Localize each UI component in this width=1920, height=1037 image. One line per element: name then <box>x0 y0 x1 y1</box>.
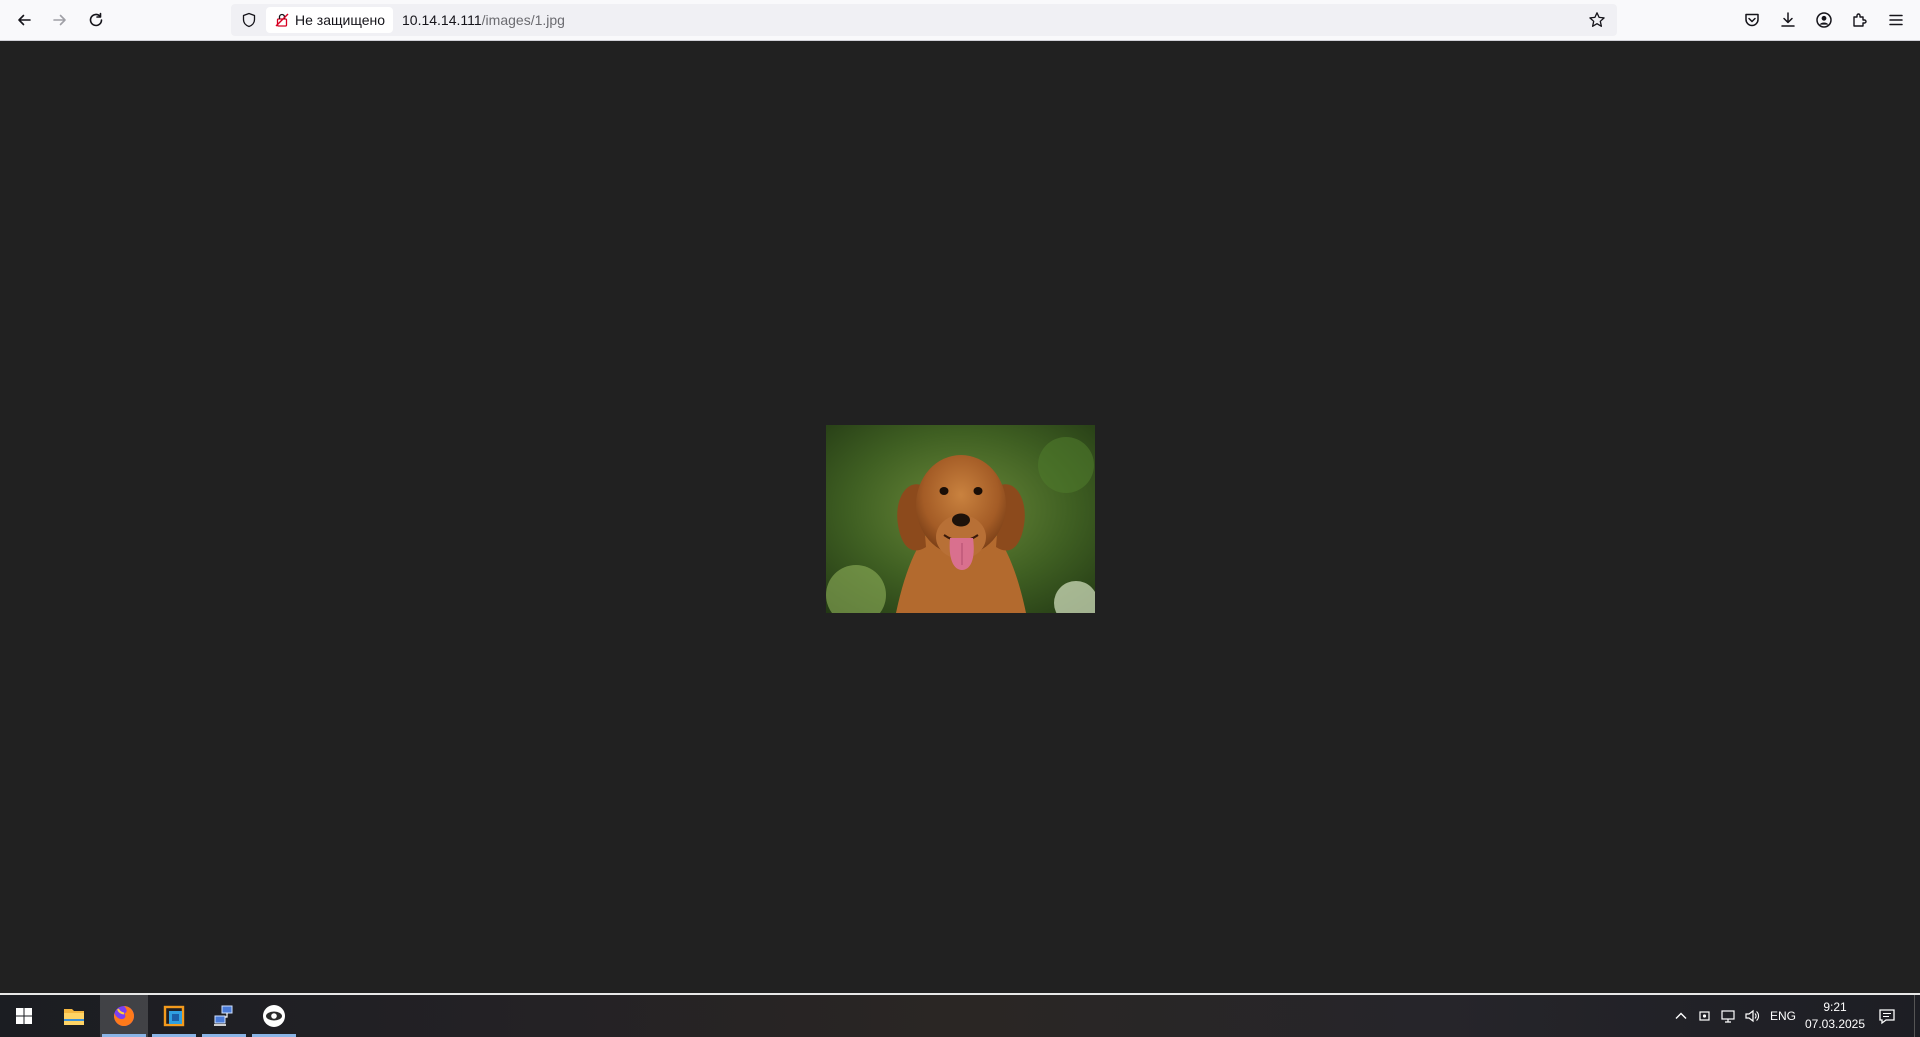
tray-volume-icon[interactable] <box>1742 1006 1762 1026</box>
tracking-protection-shield-icon[interactable] <box>234 4 264 36</box>
account-button[interactable] <box>1808 6 1840 34</box>
puzzle-icon <box>1853 13 1867 27</box>
account-icon <box>1816 12 1832 28</box>
start-button[interactable] <box>0 995 48 1037</box>
clock-time: 9:21 <box>1823 1000 1847 1014</box>
eye-viewer-icon <box>263 1005 285 1027</box>
image-viewer-area <box>0 41 1920 993</box>
clock-date: 07.03.2025 <box>1804 1017 1866 1031</box>
taskbar-network-app[interactable] <box>200 995 248 1037</box>
downloads-button[interactable] <box>1772 6 1804 34</box>
taskbar-virtual-machine-app[interactable] <box>150 995 198 1037</box>
forward-arrow-icon <box>53 14 66 26</box>
security-label: Не защищено <box>295 12 385 28</box>
browser-toolbar: Не защищено 10.14.14.111/images/1.jpg <box>0 0 1920 41</box>
pocket-icon <box>1745 13 1759 27</box>
menu-button[interactable] <box>1880 6 1912 34</box>
notifications-icon[interactable] <box>1877 1006 1897 1026</box>
taskbar-file-explorer[interactable] <box>50 995 98 1037</box>
folder-icon <box>64 1009 84 1025</box>
input-language-indicator[interactable]: ENG <box>1770 1009 1796 1023</box>
tray-network-icon[interactable] <box>1718 1006 1738 1026</box>
firefox-icon <box>114 1006 134 1026</box>
back-arrow-icon <box>18 14 31 26</box>
pocket-button[interactable] <box>1736 6 1768 34</box>
url-text[interactable]: 10.14.14.111/images/1.jpg <box>402 12 565 28</box>
system-clock[interactable]: 9:21 07.03.2025 <box>1800 999 1870 1033</box>
url-host: 10.14.14.111 <box>402 12 482 28</box>
tray-meeting-icon[interactable] <box>1695 1006 1715 1026</box>
taskbar-firefox[interactable] <box>100 995 148 1037</box>
address-bar[interactable]: Не защищено 10.14.14.111/images/1.jpg <box>231 4 1617 36</box>
forward-button[interactable] <box>44 6 76 34</box>
back-button[interactable] <box>8 6 40 34</box>
show-desktop-button[interactable] <box>1914 995 1920 1037</box>
site-security-indicator[interactable]: Не защищено <box>266 7 393 33</box>
hamburger-menu-icon <box>1889 14 1903 26</box>
extensions-button[interactable] <box>1844 6 1876 34</box>
dog-photo[interactable] <box>826 425 1095 613</box>
windows-logo-icon <box>16 1008 32 1024</box>
windows-taskbar: ENG 9:21 07.03.2025 <box>0 993 1920 1037</box>
taskbar-remote-viewer-app[interactable] <box>250 995 298 1037</box>
star-icon <box>1589 12 1605 27</box>
download-icon <box>1781 12 1795 27</box>
reload-icon <box>89 12 103 27</box>
reload-button[interactable] <box>80 6 112 34</box>
bookmark-star-button[interactable] <box>1583 6 1611 34</box>
network-computers-icon <box>214 1005 233 1026</box>
tray-overflow-chevron-icon[interactable] <box>1671 1006 1691 1026</box>
insecure-lock-icon <box>275 13 289 27</box>
url-path: /images/1.jpg <box>481 12 565 28</box>
vm-app-icon <box>163 1005 185 1027</box>
